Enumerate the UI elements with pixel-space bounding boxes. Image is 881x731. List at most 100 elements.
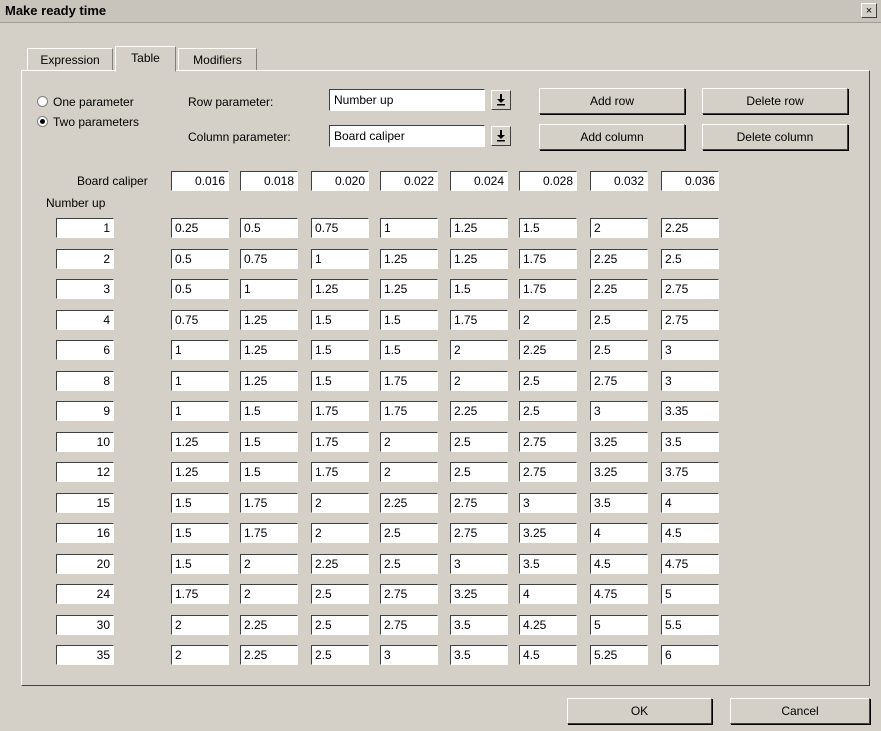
table-cell[interactable]: 1.25 (240, 340, 298, 360)
table-cell[interactable]: 2.25 (661, 218, 719, 238)
table-cell[interactable]: 2.5 (450, 462, 508, 482)
column-header-cell[interactable]: 0.028 (519, 171, 577, 191)
table-cell[interactable]: 2 (171, 645, 229, 665)
table-cell[interactable]: 2.25 (240, 645, 298, 665)
table-cell[interactable]: 2.25 (590, 249, 648, 269)
row-header-cell[interactable]: 9 (56, 401, 114, 421)
column-header-cell[interactable]: 0.022 (380, 171, 438, 191)
table-cell[interactable]: 1.5 (380, 340, 438, 360)
table-cell[interactable]: 4.25 (519, 615, 577, 635)
table-cell[interactable]: 3.25 (590, 462, 648, 482)
row-header-cell[interactable]: 20 (56, 554, 114, 574)
table-cell[interactable]: 3.25 (519, 523, 577, 543)
table-cell[interactable]: 2.25 (450, 401, 508, 421)
table-cell[interactable]: 1.25 (240, 310, 298, 330)
table-cell[interactable]: 1.5 (240, 401, 298, 421)
table-cell[interactable]: 3 (519, 493, 577, 513)
table-cell[interactable]: 1.5 (380, 310, 438, 330)
table-cell[interactable]: 1.25 (171, 462, 229, 482)
row-header-cell[interactable]: 6 (56, 340, 114, 360)
cancel-button[interactable]: Cancel (730, 698, 870, 724)
table-cell[interactable]: 1.5 (519, 218, 577, 238)
table-cell[interactable]: 2 (311, 523, 369, 543)
table-cell[interactable]: 1 (240, 279, 298, 299)
row-header-cell[interactable]: 30 (56, 615, 114, 635)
table-cell[interactable]: 1.25 (450, 249, 508, 269)
table-cell[interactable]: 3 (380, 645, 438, 665)
row-header-cell[interactable]: 1 (56, 218, 114, 238)
table-cell[interactable]: 0.5 (171, 249, 229, 269)
row-parameter-select[interactable]: Number up (329, 89, 485, 111)
table-cell[interactable]: 1.5 (311, 340, 369, 360)
table-cell[interactable]: 2.5 (661, 249, 719, 269)
table-cell[interactable]: 2 (590, 218, 648, 238)
table-cell[interactable]: 1 (311, 249, 369, 269)
table-cell[interactable]: 2.75 (661, 279, 719, 299)
table-cell[interactable]: 1.75 (240, 493, 298, 513)
table-cell[interactable]: 2 (450, 371, 508, 391)
table-cell[interactable]: 2.75 (450, 523, 508, 543)
table-cell[interactable]: 2.75 (450, 493, 508, 513)
table-cell[interactable]: 3 (661, 340, 719, 360)
row-header-cell[interactable]: 15 (56, 493, 114, 513)
table-cell[interactable]: 1.25 (240, 371, 298, 391)
row-parameter-dropdown-button[interactable] (491, 90, 511, 110)
table-cell[interactable]: 1.5 (311, 371, 369, 391)
table-cell[interactable]: 2.75 (661, 310, 719, 330)
table-cell[interactable]: 1.75 (519, 249, 577, 269)
table-cell[interactable]: 0.25 (171, 218, 229, 238)
row-header-cell[interactable]: 24 (56, 584, 114, 604)
add-column-button[interactable]: Add column (539, 124, 685, 150)
table-cell[interactable]: 2 (171, 615, 229, 635)
table-cell[interactable]: 2.75 (380, 584, 438, 604)
table-cell[interactable]: 2.5 (380, 554, 438, 574)
table-cell[interactable]: 4 (590, 523, 648, 543)
table-cell[interactable]: 1.75 (519, 279, 577, 299)
table-cell[interactable]: 2.25 (380, 493, 438, 513)
table-cell[interactable]: 1.75 (171, 584, 229, 604)
table-cell[interactable]: 2.5 (450, 432, 508, 452)
table-cell[interactable]: 3 (661, 371, 719, 391)
table-cell[interactable]: 5.5 (661, 615, 719, 635)
delete-row-button[interactable]: Delete row (702, 88, 848, 114)
column-parameter-select[interactable]: Board caliper (329, 125, 485, 147)
table-cell[interactable]: 2.25 (240, 615, 298, 635)
row-header-cell[interactable]: 10 (56, 432, 114, 452)
row-header-cell[interactable]: 12 (56, 462, 114, 482)
table-cell[interactable]: 4.5 (519, 645, 577, 665)
table-cell[interactable]: 5.25 (590, 645, 648, 665)
table-cell[interactable]: 3.5 (450, 645, 508, 665)
table-cell[interactable]: 2 (519, 310, 577, 330)
table-cell[interactable]: 1.5 (240, 462, 298, 482)
table-cell[interactable]: 5 (590, 615, 648, 635)
table-cell[interactable]: 2.5 (311, 584, 369, 604)
table-cell[interactable]: 3.25 (590, 432, 648, 452)
table-cell[interactable]: 1.25 (380, 279, 438, 299)
table-cell[interactable]: 1.75 (240, 523, 298, 543)
table-cell[interactable]: 1.25 (311, 279, 369, 299)
table-cell[interactable]: 1.25 (450, 218, 508, 238)
table-cell[interactable]: 2.75 (380, 615, 438, 635)
table-cell[interactable]: 4.5 (590, 554, 648, 574)
table-cell[interactable]: 3.5 (519, 554, 577, 574)
row-header-cell[interactable]: 3 (56, 279, 114, 299)
table-cell[interactable]: 1.5 (171, 554, 229, 574)
table-cell[interactable]: 3 (590, 401, 648, 421)
table-cell[interactable]: 1.25 (380, 249, 438, 269)
table-cell[interactable]: 2.75 (519, 462, 577, 482)
tab-table[interactable]: Table (115, 46, 176, 72)
table-cell[interactable]: 2 (311, 493, 369, 513)
column-parameter-dropdown-button[interactable] (491, 126, 511, 146)
table-cell[interactable]: 1.75 (380, 401, 438, 421)
table-cell[interactable]: 2.75 (590, 371, 648, 391)
column-header-cell[interactable]: 0.016 (171, 171, 229, 191)
table-cell[interactable]: 2.25 (519, 340, 577, 360)
table-cell[interactable]: 1.5 (240, 432, 298, 452)
table-cell[interactable]: 4 (519, 584, 577, 604)
table-cell[interactable]: 1.25 (171, 432, 229, 452)
table-cell[interactable]: 2 (380, 432, 438, 452)
table-cell[interactable]: 5 (661, 584, 719, 604)
table-cell[interactable]: 6 (661, 645, 719, 665)
row-header-cell[interactable]: 2 (56, 249, 114, 269)
table-cell[interactable]: 0.5 (240, 218, 298, 238)
